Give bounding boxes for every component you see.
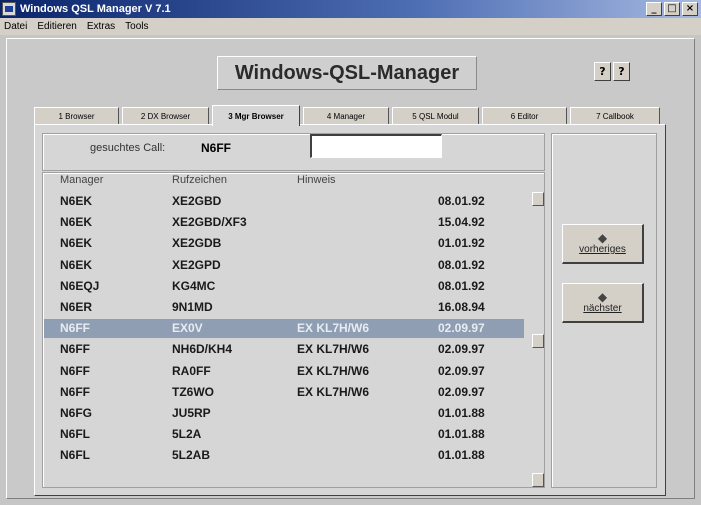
column-header-manager[interactable]: Manager (60, 174, 103, 186)
app-icon[interactable] (2, 2, 16, 16)
cell-call: XE2GBD (172, 194, 222, 208)
menu-datei[interactable]: Datei (4, 21, 27, 32)
cell-note: EX KL7H/W6 (297, 321, 370, 336)
cell-date: 01.01.88 (438, 427, 485, 442)
cell-call: XE2GPD (172, 257, 221, 272)
table-row[interactable]: N6FG JU5RP 01.01.88 (44, 404, 524, 423)
tab-qsl-modul[interactable]: 5 QSL Modul (392, 107, 479, 125)
menu-extras[interactable]: Extras (87, 21, 115, 32)
arrow-left-icon: ◆ (597, 231, 608, 245)
cell-manager: N6FF (60, 384, 90, 399)
cell-call: XE2GBD/XF3 (172, 215, 247, 230)
table-row[interactable]: N6FF TZ6WO EX KL7H/W6 02.09.97 (44, 383, 524, 402)
cell-date: 02.09.97 (438, 363, 485, 378)
table-row-selected[interactable]: N6FF EX0V EX KL7H/W6 02.09.97 (44, 319, 524, 339)
cell-date: 02.09.97 (438, 321, 485, 336)
help-button[interactable]: ? (594, 62, 611, 81)
cell-note: EX KL7H/W6 (297, 342, 370, 357)
cell-call: 5L2A (172, 427, 202, 442)
cell-call: XE2GDB (172, 236, 222, 251)
cell-call: 5L2AB (172, 448, 211, 463)
arrow-right-icon: ◆ (597, 290, 608, 304)
cell-date: 16.08.94 (438, 300, 485, 314)
table-row[interactable]: N6EQJ KG4MC 08.01.92 (44, 277, 524, 296)
next-button[interactable]: ◆ nächster (562, 283, 644, 323)
previous-button-label: vorheriges (579, 244, 626, 255)
cell-call: RA0FF (172, 363, 211, 378)
column-header-call[interactable]: Rufzeichen (172, 174, 227, 186)
table-row[interactable]: N6EK XE2GPD 08.01.92 (44, 256, 524, 275)
cell-call: EX0V (172, 321, 203, 336)
window-title: Windows QSL Manager V 7.1 (20, 3, 171, 15)
cell-date: 02.09.97 (438, 342, 485, 357)
cell-date: 08.01.92 (438, 278, 485, 293)
help-buttons: ? ? (594, 62, 630, 81)
column-header-note[interactable]: Hinweis (297, 174, 336, 186)
cell-date: 15.04.92 (438, 215, 485, 230)
tab-editor[interactable]: 6 Editor (482, 107, 567, 125)
tab-dx-browser[interactable]: 2 DX Browser (122, 107, 209, 125)
scroll-down-marker[interactable] (532, 473, 544, 487)
cell-date: 01.01.88 (438, 406, 485, 420)
cell-date: 08.01.92 (438, 257, 485, 272)
tab-manager[interactable]: 4 Manager (303, 107, 389, 125)
search-call-value: N6FF (201, 141, 231, 155)
table-row[interactable]: N6ER 9N1MD 16.08.94 (44, 298, 524, 317)
cell-call: NH6D/KH4 (172, 342, 233, 357)
app-title: Windows-QSL-Manager (217, 56, 477, 90)
cell-date: 08.01.92 (438, 194, 485, 208)
cell-manager: N6EK (60, 257, 93, 272)
cell-date: 01.01.92 (438, 236, 485, 251)
table-row[interactable]: N6FF NH6D/KH4 EX KL7H/W6 02.09.97 (44, 340, 524, 359)
table-row[interactable]: N6FL 5L2A 01.01.88 (44, 425, 524, 444)
cell-call: 9N1MD (172, 300, 213, 314)
cell-call: TZ6WO (172, 384, 214, 399)
scroll-up-marker[interactable] (532, 192, 544, 206)
cell-manager: N6ER (60, 300, 93, 314)
cell-manager: N6EK (60, 215, 93, 230)
cell-manager: N6FL (60, 448, 90, 463)
tab-strip: 1 Browser 2 DX Browser 3 Mgr Browser 4 M… (34, 105, 663, 126)
search-input[interactable] (310, 134, 442, 158)
minimize-button[interactable]: _ (646, 2, 662, 16)
cell-call: KG4MC (172, 278, 216, 293)
cell-manager: N6EQJ (60, 278, 100, 293)
close-button[interactable]: × (682, 2, 698, 16)
cell-note: EX KL7H/W6 (297, 384, 370, 399)
cell-manager: N6FL (60, 427, 90, 442)
table-row[interactable]: N6EK XE2GDB 01.01.92 (44, 234, 524, 253)
table-row[interactable]: N6EK XE2GBD 08.01.92 (44, 192, 524, 211)
window-controls: _ □ × (646, 2, 698, 16)
tab-mgr-browser[interactable]: 3 Mgr Browser (212, 105, 300, 126)
cell-note: EX KL7H/W6 (297, 363, 370, 378)
cell-manager: N6FF (60, 342, 90, 357)
maximize-button[interactable]: □ (664, 2, 680, 16)
menu-editieren[interactable]: Editieren (37, 21, 76, 32)
tab-browser[interactable]: 1 Browser (34, 107, 119, 125)
cell-manager: N6FF (60, 321, 90, 336)
cell-manager: N6EK (60, 194, 93, 208)
window-titlebar: Windows QSL Manager V 7.1 _ □ × (0, 0, 701, 18)
tab-callbook[interactable]: 7 Callbook (570, 107, 660, 125)
previous-button[interactable]: ◆ vorheriges (562, 224, 644, 264)
scroll-thumb[interactable] (532, 334, 544, 348)
menubar: Datei Editieren Extras Tools (0, 18, 701, 35)
table-row[interactable]: N6FL 5L2AB 01.01.88 (44, 446, 524, 465)
cell-call: JU5RP (172, 406, 211, 420)
context-help-button[interactable]: ? (613, 62, 630, 81)
cell-manager: N6FF (60, 363, 90, 378)
table-row[interactable]: N6FF RA0FF EX KL7H/W6 02.09.97 (44, 362, 524, 381)
menu-tools[interactable]: Tools (125, 21, 148, 32)
cell-manager: N6EK (60, 236, 93, 251)
table-row[interactable]: N6EK XE2GBD/XF3 15.04.92 (44, 213, 524, 232)
cell-date: 02.09.97 (438, 384, 485, 399)
search-label: gesuchtes Call: (90, 142, 166, 154)
cell-date: 01.01.88 (438, 448, 485, 463)
next-button-label: nächster (583, 303, 622, 314)
cell-manager: N6FG (60, 406, 93, 420)
